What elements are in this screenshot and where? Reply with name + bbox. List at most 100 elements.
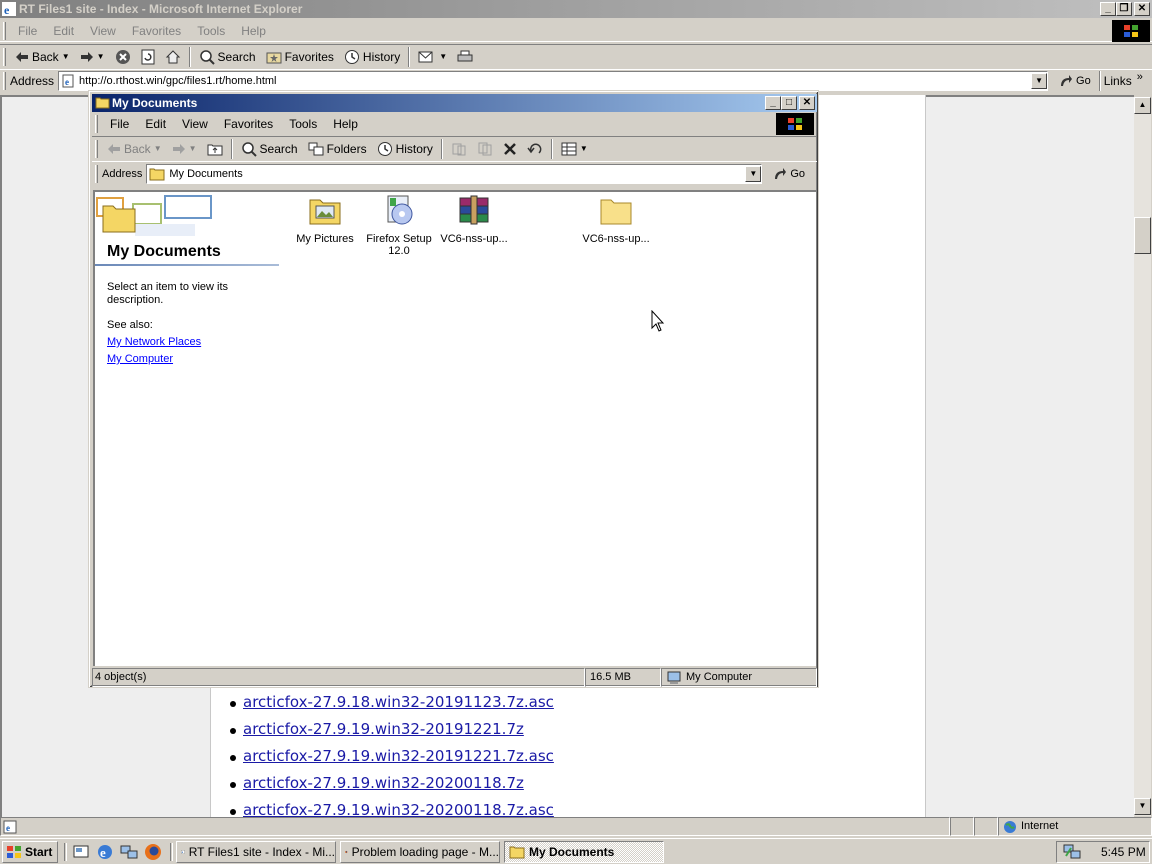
ie-title-bar[interactable]: e RT Files1 site - Index - Microsoft Int… xyxy=(0,0,1152,18)
explorer-menu-favorites[interactable]: Favorites xyxy=(216,117,281,131)
chevron-down-icon[interactable]: ▼ xyxy=(62,52,70,61)
chevron-down-icon[interactable]: ▼ xyxy=(97,52,105,61)
explorer-folders-button[interactable]: Folders xyxy=(303,138,372,160)
explorer-minimize-button[interactable]: _ xyxy=(765,96,781,110)
chevron-down-icon[interactable]: ▼ xyxy=(154,144,162,153)
ie-menu-file[interactable]: File xyxy=(10,24,45,38)
task-ie-window[interactable]: e RT Files1 site - Index - Mi... xyxy=(176,841,336,863)
undo-button[interactable] xyxy=(522,138,548,160)
file-item-vc6-folder[interactable]: VC6-nss-up... xyxy=(576,194,656,245)
ie-links-more-button[interactable]: » xyxy=(1137,71,1143,83)
status-pane xyxy=(974,817,998,836)
ie-favorites-button[interactable]: Favorites xyxy=(261,46,339,68)
ie-launch-icon[interactable]: e xyxy=(96,843,114,861)
file-link[interactable]: arcticfox-27.9.18.win32-20191123.7z.asc xyxy=(243,693,554,711)
file-item-vc6-archive[interactable]: VC6-nss-up... xyxy=(434,194,514,245)
task-label: Problem loading page - M... xyxy=(351,845,499,859)
firefox-icon[interactable] xyxy=(144,843,162,861)
chevron-down-icon[interactable]: ▼ xyxy=(189,144,197,153)
file-link[interactable]: arcticfox-27.9.19.win32-20191221.7z.asc xyxy=(243,747,554,765)
sidebar-link-network-places[interactable]: My Network Places xyxy=(107,336,201,348)
explorer-maximize-button[interactable]: □ xyxy=(781,96,797,110)
file-item-label: Firefox Setup 12.0 xyxy=(366,233,432,257)
sidebar-link-my-computer[interactable]: My Computer xyxy=(107,353,173,365)
explorer-address-input[interactable]: My Documents ▼ xyxy=(146,163,763,184)
explorer-menu-help[interactable]: Help xyxy=(325,117,366,131)
views-button[interactable]: ▼ xyxy=(556,138,593,160)
file-link[interactable]: arcticfox-27.9.19.win32-20191221.7z xyxy=(243,720,524,738)
move-to-button[interactable] xyxy=(446,138,472,160)
toolbar-separator xyxy=(408,46,411,67)
ie-mail-button[interactable]: ▼ xyxy=(413,46,452,68)
ie-restore-button[interactable]: ❐ xyxy=(1116,2,1132,16)
explorer-history-label: History xyxy=(395,141,433,156)
ie-go-button[interactable]: Go xyxy=(1054,70,1096,92)
folder-up-button[interactable] xyxy=(202,138,228,160)
explorer-back-button[interactable]: Back ▼ xyxy=(102,138,167,160)
explorer-history-button[interactable]: History xyxy=(372,138,438,160)
ie-back-button[interactable]: Back ▼ xyxy=(10,46,75,68)
ie-vertical-scrollbar[interactable]: ▲ ▼ xyxy=(1134,97,1151,816)
file-item-my-pictures[interactable]: My Pictures xyxy=(285,194,365,245)
start-button[interactable]: Start xyxy=(2,841,58,863)
search-icon xyxy=(241,141,257,157)
explorer-menu-view[interactable]: View xyxy=(174,117,216,131)
ie-search-button[interactable]: Search xyxy=(194,46,261,68)
chevron-down-icon[interactable]: ▼ xyxy=(580,144,588,153)
copy-to-button[interactable] xyxy=(472,138,498,160)
file-item-label: VC6-nss-up... xyxy=(440,233,508,245)
clock[interactable]: 5:45 PM xyxy=(1101,845,1146,859)
ie-menu-edit[interactable]: Edit xyxy=(45,24,82,38)
show-desktop-icon[interactable] xyxy=(72,843,90,861)
explorer-forward-button[interactable]: ▼ xyxy=(167,138,202,160)
ie-refresh-button[interactable] xyxy=(136,46,160,68)
network-icon[interactable] xyxy=(120,843,138,861)
network-tray-icon[interactable] xyxy=(1063,844,1081,860)
windows-logo-icon xyxy=(776,113,814,135)
address-dropdown-button[interactable]: ▼ xyxy=(745,165,762,182)
task-my-documents[interactable]: My Documents xyxy=(504,841,664,863)
ie-close-button[interactable]: ✕ xyxy=(1134,2,1150,16)
folder-up-icon xyxy=(207,144,223,155)
ie-menu-tools[interactable]: Tools xyxy=(189,24,233,38)
explorer-title-bar[interactable]: My Documents _ □ ✕ xyxy=(92,94,817,112)
go-arrow-icon xyxy=(775,167,787,179)
explorer-close-button[interactable]: ✕ xyxy=(799,96,815,110)
firefox-task-icon xyxy=(345,850,348,854)
explorer-file-view[interactable]: My Documents Select an item to view its … xyxy=(93,190,816,666)
delete-button[interactable] xyxy=(498,138,522,160)
explorer-menu-tools[interactable]: Tools xyxy=(281,117,325,131)
scroll-thumb[interactable] xyxy=(1134,217,1151,254)
ie-forward-button[interactable]: ▼ xyxy=(75,46,110,68)
ie-minimize-button[interactable]: _ xyxy=(1100,2,1116,16)
ie-address-input[interactable]: e http://o.rthost.win/gpc/files1.rt/home… xyxy=(58,71,1049,91)
explorer-search-button[interactable]: Search xyxy=(236,138,303,160)
scroll-up-button[interactable]: ▲ xyxy=(1134,97,1151,114)
file-item-label: VC6-nss-up... xyxy=(582,233,650,245)
explorer-go-button[interactable]: Go xyxy=(768,163,810,185)
status-zone-pane: My Computer xyxy=(661,668,817,687)
file-item-label: My Pictures xyxy=(296,233,354,245)
ie-menu-help[interactable]: Help xyxy=(233,24,274,38)
ie-back-label: Back xyxy=(32,49,59,64)
ie-menu-view[interactable]: View xyxy=(82,24,124,38)
file-link[interactable]: arcticfox-27.9.19.win32-20200118.7z.asc xyxy=(243,801,554,817)
scroll-down-button[interactable]: ▼ xyxy=(1134,798,1151,815)
address-grip xyxy=(3,72,6,90)
file-item-firefox-setup[interactable]: Firefox Setup 12.0 xyxy=(359,194,439,257)
explorer-window-title: My Documents xyxy=(112,96,198,110)
address-dropdown-button[interactable]: ▼ xyxy=(1031,73,1048,89)
ie-history-button[interactable]: History xyxy=(339,46,405,68)
system-tray: 5:45 PM xyxy=(1056,841,1150,863)
ie-menu-favorites[interactable]: Favorites xyxy=(124,24,189,38)
ie-stop-button[interactable] xyxy=(110,46,136,68)
explorer-menu-file[interactable]: File xyxy=(102,117,137,131)
chevron-down-icon[interactable]: ▼ xyxy=(439,52,447,61)
file-link-list: arcticfox-27.9.18.win32-20191123.7z.asc … xyxy=(230,693,554,817)
file-link[interactable]: arcticfox-27.9.19.win32-20200118.7z xyxy=(243,774,524,792)
ie-links-label[interactable]: Links xyxy=(1104,74,1132,88)
ie-home-button[interactable] xyxy=(160,46,186,68)
ie-print-button[interactable] xyxy=(452,46,478,68)
task-firefox-window[interactable]: Problem loading page - M... xyxy=(340,841,500,863)
explorer-menu-edit[interactable]: Edit xyxy=(137,117,174,131)
